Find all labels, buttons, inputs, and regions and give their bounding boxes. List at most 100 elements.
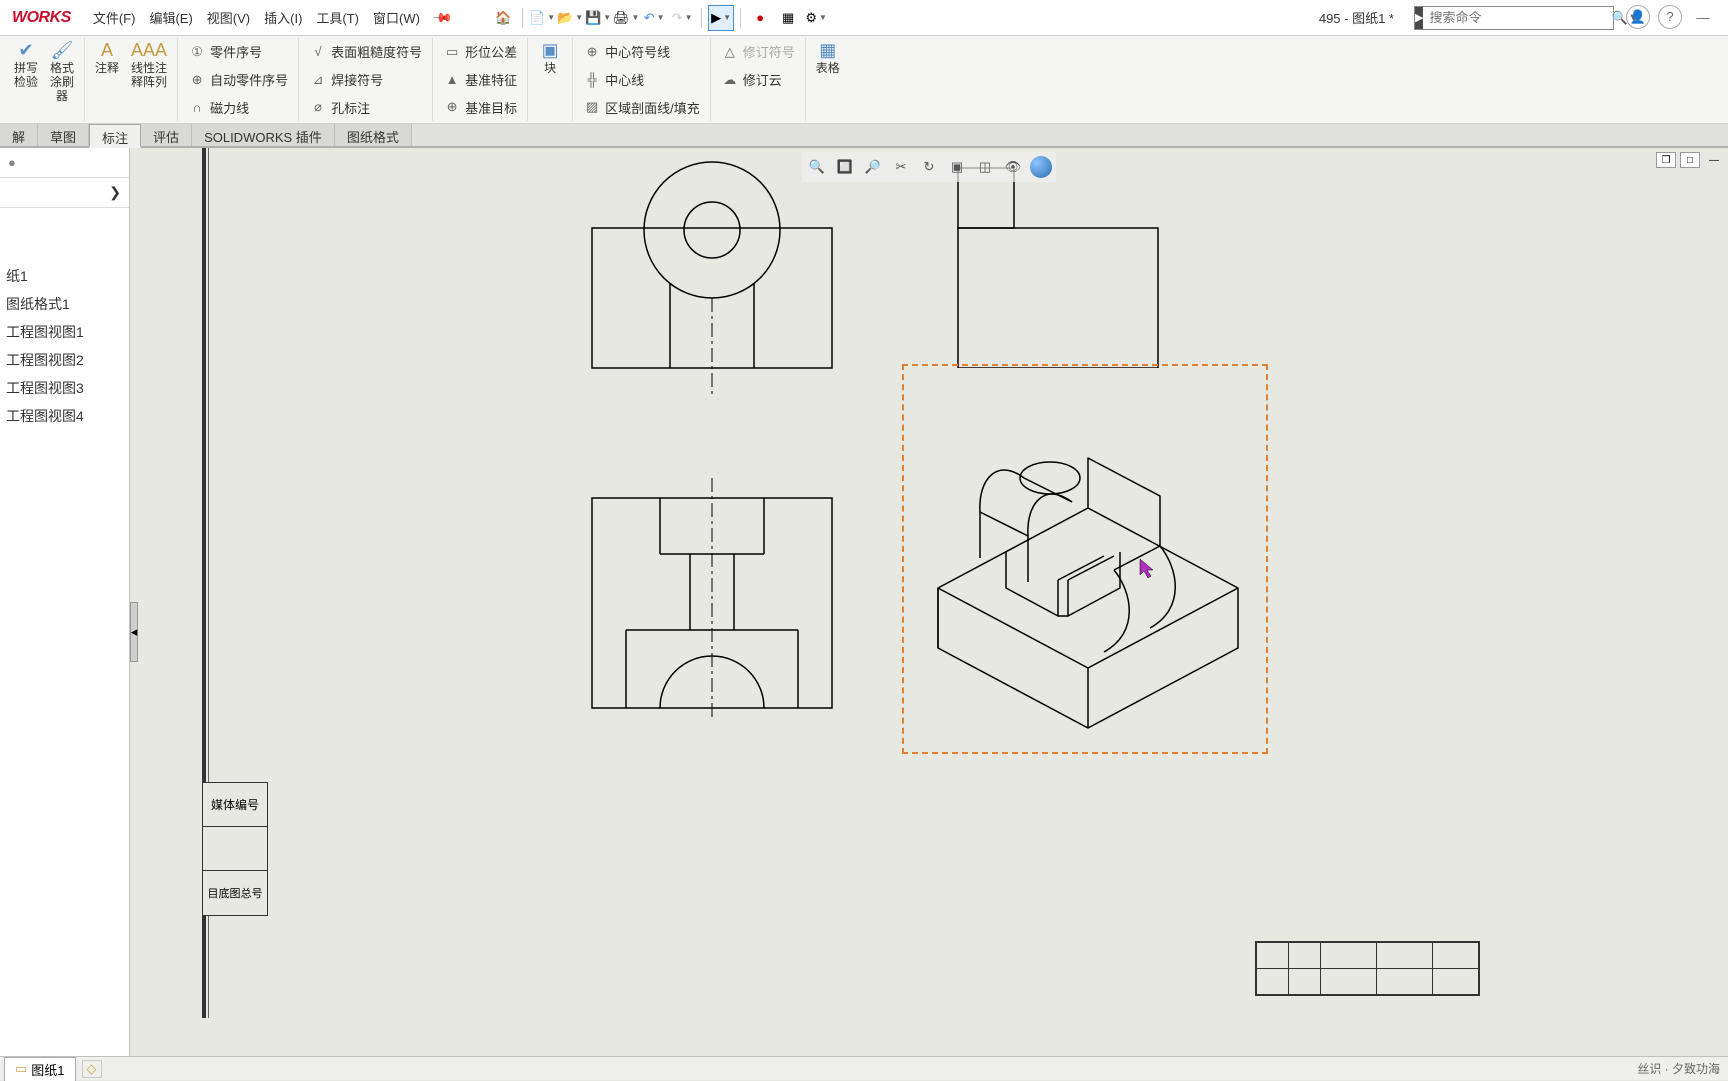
options-icon[interactable]: ▦ [775, 5, 801, 31]
eye-icon[interactable]: 👁 [1000, 154, 1026, 180]
menu-window[interactable]: 窗口(W) [367, 4, 426, 31]
print-icon[interactable]: 🖨▼ [613, 5, 639, 31]
search-input[interactable] [1423, 10, 1611, 25]
balloon-icon: ① [188, 44, 206, 60]
home-icon[interactable]: 🏠 [490, 5, 516, 31]
weld-symbol-button[interactable]: ⊿焊接符号 [305, 68, 387, 91]
ribbon-tabs: 解 草图 标注 评估 SOLIDWORKS 插件 图纸格式 [0, 124, 1728, 148]
window-controls: ❐ □ — [1656, 152, 1724, 168]
tables-button[interactable]: ▦ 表格 [812, 38, 844, 77]
menu-edit[interactable]: 编辑(E) [143, 4, 198, 31]
drawing-area[interactable]: ◂ 🔍 🔲 🔎 ✂ ↻ ▣ ◫ 👁 ❐ □ — [130, 148, 1728, 1056]
ribbon-group-table: ▦ 表格 [806, 38, 850, 121]
datum-target-button[interactable]: ⊕基准目标 [439, 96, 521, 119]
open-icon[interactable]: 📂▼ [557, 5, 583, 31]
magnetic-line-button[interactable]: ∩磁力线 [184, 96, 253, 119]
right-icons: 👤 ? — [1626, 5, 1716, 31]
win-min-icon[interactable]: — [1704, 152, 1724, 168]
centerline-icon: ╬ [583, 72, 601, 87]
user-icon[interactable]: 👤 [1626, 5, 1650, 29]
block-button[interactable]: ▣ 块 [534, 38, 566, 77]
spell-check-button[interactable]: ✔ 拼写 检验 [10, 38, 42, 121]
expand-arrow-icon[interactable]: ❯ [109, 184, 121, 201]
menu-tools[interactable]: 工具(T) [310, 4, 365, 31]
help-icon[interactable]: ? [1658, 5, 1682, 29]
ribbon-group-center: ⊕中心符号线 ╬中心线 ▨区域剖面线/填充 [573, 38, 711, 121]
centerline-button[interactable]: ╬中心线 [579, 68, 648, 91]
tree-sheet1[interactable]: 纸1 [2, 262, 127, 290]
tree-view1[interactable]: 工程图视图1 [2, 318, 127, 346]
title-cell-media: 媒体编号 [203, 783, 267, 827]
menu-bar: WORKS 文件(F) 编辑(E) 视图(V) 插入(I) 工具(T) 窗口(W… [0, 0, 1728, 36]
new-doc-icon[interactable]: 📄▼ [529, 5, 555, 31]
tree-sheet-format[interactable]: 图纸格式1 [2, 290, 127, 318]
tree-view4[interactable]: 工程图视图4 [2, 402, 127, 430]
hole-callout-button[interactable]: ⌀孔标注 [305, 96, 374, 119]
menu-insert[interactable]: 插入(I) [258, 4, 308, 31]
geo-tolerance-button[interactable]: ▭形位公差 [439, 40, 521, 63]
rotate-icon[interactable]: ↻ [916, 154, 942, 180]
center-mark-button[interactable]: ⊕中心符号线 [579, 40, 674, 63]
traffic-light-icon[interactable]: ● [747, 5, 773, 31]
panel-collapse-handle[interactable]: ◂ [130, 602, 138, 662]
menu-view[interactable]: 视图(V) [201, 4, 256, 31]
balloon-button[interactable]: ①零件序号 [184, 40, 266, 63]
status-text: 丝识 · 夕致功海 [1637, 1060, 1728, 1077]
table-row [1257, 969, 1479, 995]
linear-pattern-button[interactable]: AAA 线性注 释阵列 [127, 38, 171, 121]
drawing-view-isometric[interactable] [918, 418, 1258, 738]
drawing-view-front[interactable] [582, 478, 842, 718]
tab-sketch[interactable]: 草图 [38, 124, 89, 146]
ribbon-group-annotation: A 注释 AAA 线性注 释阵列 [85, 38, 178, 121]
view-toolbar: 🔍 🔲 🔎 ✂ ↻ ▣ ◫ 👁 [802, 152, 1056, 182]
minimize-icon[interactable]: — [1690, 5, 1716, 31]
drawing-sheet: 媒体编号 目底图总号 [202, 148, 1502, 1018]
title-cell-base: 目底图总号 [203, 871, 267, 915]
section-view-icon[interactable]: ✂ [888, 154, 914, 180]
linear-pattern-icon: AAA [131, 40, 167, 61]
zoom-prev-icon[interactable]: 🔎 [860, 154, 886, 180]
zoom-area-icon[interactable]: 🔲 [832, 154, 858, 180]
tab-sheet-format[interactable]: 图纸格式 [335, 124, 412, 146]
undo-icon[interactable]: ↶▼ [641, 5, 667, 31]
tab-annotation[interactable]: 标注 [89, 124, 141, 148]
surface-finish-button[interactable]: √表面粗糙度符号 [305, 40, 426, 63]
appearance-icon[interactable] [1030, 156, 1052, 178]
tree-view3[interactable]: 工程图视图3 [2, 374, 127, 402]
win-restore-icon[interactable]: ❐ [1656, 152, 1676, 168]
table-row [1257, 943, 1479, 969]
title-block-left: 媒体编号 目底图总号 [202, 782, 268, 916]
drawing-view-right[interactable] [948, 158, 1168, 368]
note-button[interactable]: A 注释 [91, 38, 123, 121]
datum-feature-button[interactable]: ▲基准特征 [439, 68, 521, 91]
pin-icon[interactable]: 📌 [431, 6, 454, 29]
format-painter-button[interactable]: 🖌 格式 涂刷 器 [46, 38, 78, 121]
search-prefix-icon[interactable]: ▶ [1415, 7, 1423, 29]
weld-icon: ⊿ [309, 72, 327, 88]
tab-solve[interactable]: 解 [0, 124, 38, 146]
settings-icon[interactable]: ⚙▼ [803, 5, 829, 31]
hide-show-icon[interactable]: ◫ [972, 154, 998, 180]
area-hatch-button[interactable]: ▨区域剖面线/填充 [579, 96, 704, 119]
zoom-fit-icon[interactable]: 🔍 [804, 154, 830, 180]
auto-balloon-icon: ⊕ [188, 72, 206, 88]
auto-balloon-button[interactable]: ⊕自动零件序号 [184, 68, 292, 91]
menu-file[interactable]: 文件(F) [87, 4, 142, 31]
tree-view2[interactable]: 工程图视图2 [2, 346, 127, 374]
tab-plugins[interactable]: SOLIDWORKS 插件 [192, 124, 335, 146]
app-logo: WORKS [4, 9, 79, 27]
save-icon[interactable]: 💾▼ [585, 5, 611, 31]
tab-evaluate[interactable]: 评估 [141, 124, 192, 146]
win-max-icon[interactable]: □ [1680, 152, 1700, 168]
revision-symbol-icon: △ [721, 44, 739, 60]
drawing-view-top[interactable] [582, 158, 842, 398]
add-sheet-button[interactable]: ◇ [82, 1060, 102, 1078]
title-block-table [1256, 942, 1479, 995]
sheet-tab[interactable]: ▭ 图纸1 [4, 1057, 76, 1081]
select-icon[interactable]: ▶▼ [708, 5, 734, 31]
redo-icon[interactable]: ↷▼ [669, 5, 695, 31]
revision-cloud-button[interactable]: ☁修订云 [717, 68, 786, 91]
hole-callout-icon: ⌀ [309, 99, 327, 115]
display-style-icon[interactable]: ▣ [944, 154, 970, 180]
spell-check-icon: ✔ [18, 40, 33, 61]
